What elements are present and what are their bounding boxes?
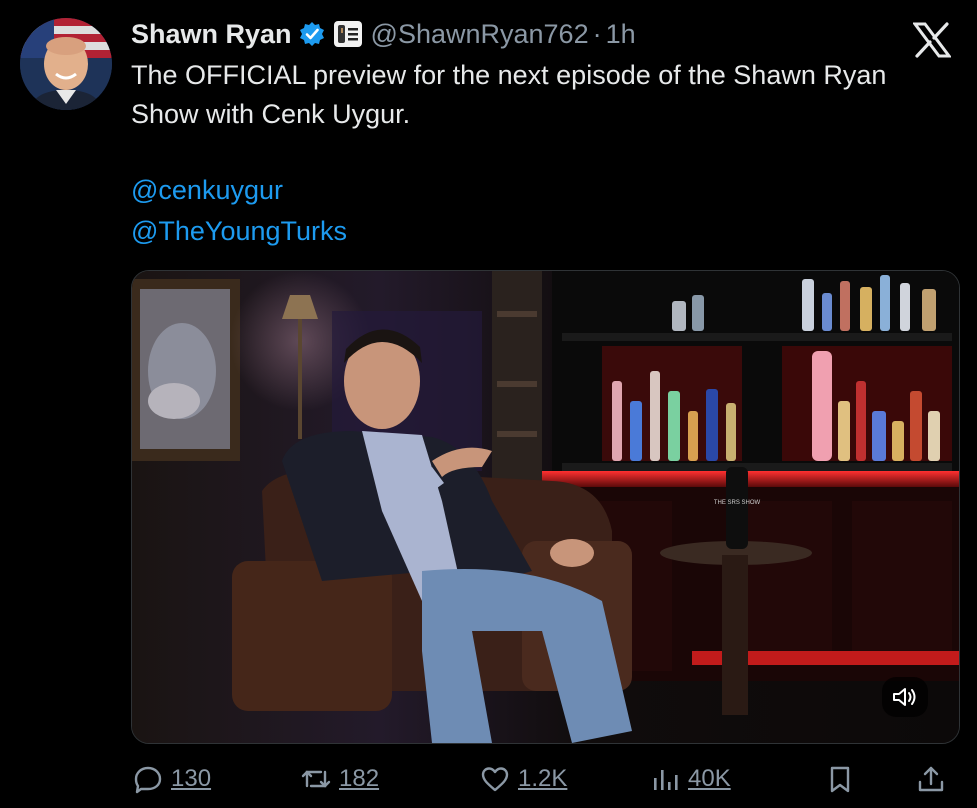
like-button[interactable]: 1.2K <box>480 762 567 796</box>
repost-icon <box>301 770 331 788</box>
share-icon <box>918 766 944 792</box>
affiliate-badge-icon[interactable] <box>333 20 363 48</box>
views-button[interactable]: 40K <box>650 762 731 796</box>
author-name[interactable]: Shawn Ryan <box>131 19 292 50</box>
tweet-header: Shawn Ryan @ShawnRyan762 · 1h <box>131 14 636 54</box>
separator: · <box>592 18 602 49</box>
bookmark-icon <box>830 766 850 793</box>
bottle-label: THE SRS SHOW <box>714 500 761 506</box>
repost-button[interactable]: 182 <box>301 762 379 796</box>
mention-link[interactable]: @cenkuygur <box>131 175 283 206</box>
author-handle[interactable]: @ShawnRyan762 <box>371 19 589 50</box>
like-count: 1.2K <box>518 765 568 792</box>
repost-count: 182 <box>339 765 380 792</box>
tweet-video[interactable]: THE SRS SHOW <box>131 270 960 744</box>
avatar[interactable] <box>20 18 112 110</box>
verified-badge-icon <box>299 21 325 47</box>
reply-button[interactable]: 130 <box>133 762 211 796</box>
share-button[interactable] <box>916 762 946 796</box>
x-logo-icon <box>912 22 952 58</box>
bookmark-button[interactable] <box>825 762 855 796</box>
timestamp[interactable]: 1h <box>606 19 636 50</box>
views-icon <box>654 770 678 790</box>
tweet-text: The OFFICIAL preview for the next episod… <box>131 60 887 129</box>
views-count: 40K <box>688 765 731 792</box>
reply-count: 130 <box>171 765 212 792</box>
heart-icon <box>481 767 509 792</box>
reply-icon <box>134 766 162 794</box>
mention-link[interactable]: @TheYoungTurks <box>131 216 347 247</box>
volume-icon[interactable] <box>882 677 928 717</box>
action-bar: 130 182 1.2K 40K <box>133 762 953 796</box>
